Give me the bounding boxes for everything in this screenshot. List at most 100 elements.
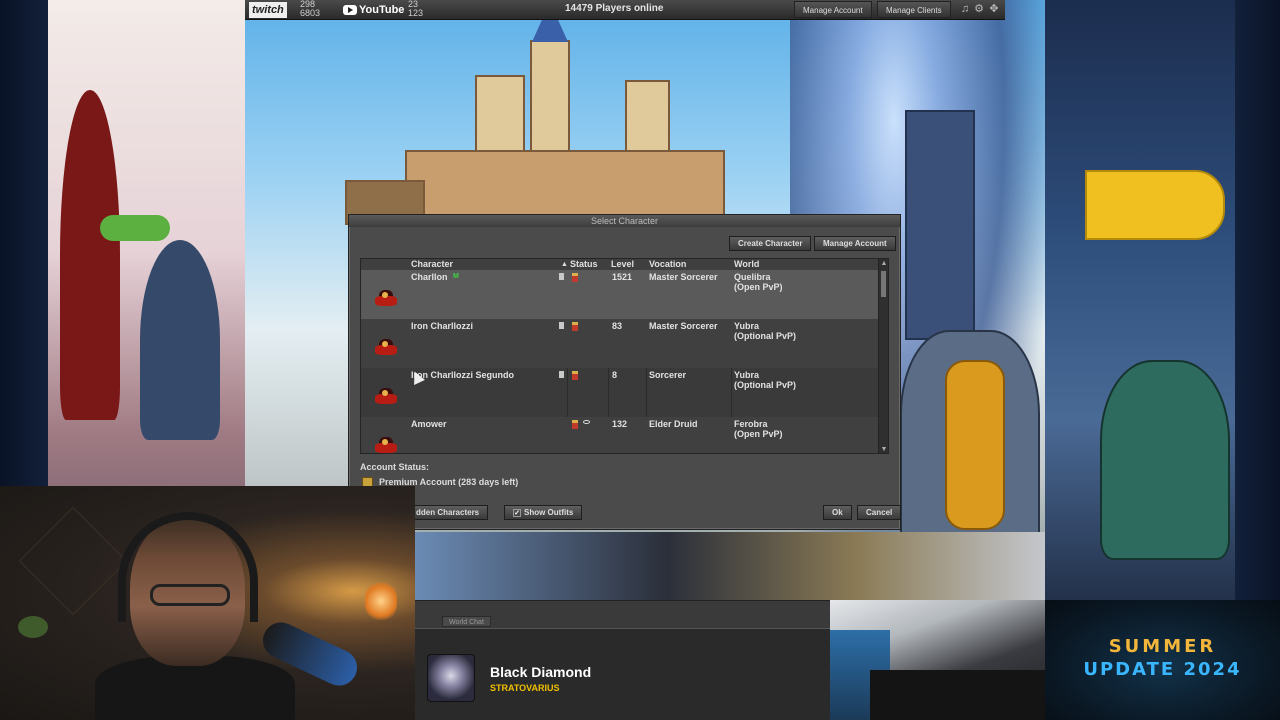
game-art-strip — [415, 532, 1045, 600]
twitch-viewers: 6803 — [300, 8, 321, 18]
knight-cape — [945, 360, 1005, 530]
table-row[interactable]: Iron Charllozzi Segundo 8 Sorcerer Yubra… — [361, 368, 880, 417]
secondary-camera — [830, 600, 1045, 720]
ok-button[interactable]: Ok — [823, 505, 852, 520]
character-level: 8 — [612, 370, 618, 380]
status-icon — [572, 322, 578, 331]
character-name: Iron Charllozzi Segundo — [411, 370, 514, 380]
chat-body — [415, 628, 830, 720]
floating-island — [100, 215, 170, 241]
table-row[interactable]: Charllon M 1521 Master Sorcerer Quelibra… — [361, 270, 880, 319]
character-name: Charllon — [411, 272, 448, 282]
character-vocation: Master Sorcerer — [649, 321, 718, 331]
col-character[interactable]: Character — [411, 259, 453, 270]
dialog-title: Select Character — [349, 215, 900, 227]
account-status-label: Account Status: — [360, 462, 430, 472]
youtube-label: YouTube — [359, 4, 405, 16]
stream-scene: twitch 298 6803 YouTube 23 123 14479 Pla… — [0, 0, 1280, 720]
character-world: Yubra — [734, 370, 760, 380]
promo-line-2: UPDATE 2024 — [1083, 659, 1242, 680]
character-vocation: Master Sorcerer — [649, 272, 718, 282]
mage-character — [1100, 360, 1230, 560]
promo-line-1: SUMMER — [1108, 636, 1217, 657]
dark-tower — [905, 110, 975, 340]
character-level: 1521 — [612, 272, 633, 282]
checkbox-checked-icon[interactable]: ✓ — [513, 508, 521, 517]
character-pvp: (Optional PvP) — [734, 331, 797, 341]
character-outfit-sprite — [373, 286, 399, 312]
col-level[interactable]: Level — [611, 259, 634, 270]
col-status[interactable]: Status — [570, 259, 598, 270]
eye-icon — [583, 420, 590, 424]
character-table: Character ▲ Status Level Vocation World … — [360, 258, 889, 454]
streamer-webcam — [0, 486, 415, 720]
youtube-logo: YouTube — [340, 2, 407, 18]
character-outfit-sprite — [373, 384, 399, 410]
table-row[interactable]: Amower 132 Elder Druid Ferobra (Open PvP… — [361, 417, 880, 453]
table-scrollbar[interactable]: ▲ ▼ — [878, 259, 888, 453]
create-character-button[interactable]: Create Character — [729, 236, 812, 251]
plant — [18, 616, 48, 638]
show-hidden-label: dden Characters — [416, 508, 480, 517]
scroll-thumb[interactable] — [881, 271, 886, 297]
show-outfits-label: Show Outfits — [524, 508, 574, 517]
character-outfit-sprite — [373, 335, 399, 361]
character-level: 83 — [612, 321, 623, 331]
table-header: Character ▲ Status Level Vocation World — [361, 259, 880, 270]
main-badge-icon: M — [453, 273, 459, 280]
character-name: Amower — [411, 419, 447, 429]
status-icon — [572, 420, 578, 429]
lamp — [365, 582, 397, 620]
show-hidden-characters-button[interactable]: dden Characters — [407, 505, 489, 520]
summer-update-promo: SUMMER UPDATE 2024 — [1045, 600, 1280, 720]
scroll-down-icon[interactable]: ▼ — [880, 446, 888, 453]
world-chat-tab[interactable]: World Chat — [442, 616, 491, 627]
character-pvp: (Optional PvP) — [734, 380, 797, 390]
manage-account-dialog-button[interactable]: Manage Account — [814, 236, 896, 251]
right-frame — [1235, 0, 1280, 600]
glasses — [150, 584, 230, 606]
manage-account-button[interactable]: Manage Account — [794, 1, 872, 18]
album-cover — [427, 654, 475, 702]
show-outfits-toggle[interactable]: ✓ Show Outfits — [504, 505, 583, 520]
wolf-wall-art — [18, 506, 128, 616]
character-name: Iron Charllozzi — [411, 321, 474, 331]
scroll-up-icon[interactable]: ▲ — [880, 260, 888, 268]
client-topbar: twitch 298 6803 YouTube 23 123 14479 Pla… — [245, 0, 1005, 20]
pin-icon[interactable] — [559, 322, 564, 329]
sort-asc-icon[interactable]: ▲ — [561, 259, 568, 270]
paw-banner — [1085, 170, 1225, 240]
expand-icon[interactable]: ✥ — [987, 2, 1001, 16]
twitch-logo: twitch — [249, 2, 287, 18]
players-online: 14479 Players online — [565, 3, 664, 14]
select-character-dialog: Select Character Create Character Manage… — [348, 214, 902, 530]
status-icon — [572, 371, 578, 380]
cancel-button[interactable]: Cancel — [857, 505, 902, 520]
col-world[interactable]: World — [734, 259, 759, 270]
youtube-icon — [343, 5, 357, 16]
music-icon[interactable]: ♫ — [958, 2, 972, 16]
character-world: Ferobra — [734, 419, 768, 429]
status-icon — [572, 273, 578, 282]
character-world: Quelibra — [734, 272, 771, 282]
col-vocation[interactable]: Vocation — [649, 259, 686, 270]
castle-wall — [405, 150, 725, 220]
right-art-panel — [1045, 0, 1280, 600]
character-pvp: (Open PvP) — [734, 429, 783, 439]
character-level: 132 — [612, 419, 628, 429]
character-pvp: (Open PvP) — [734, 282, 783, 292]
gear-icon[interactable]: ⚙ — [972, 2, 986, 16]
manage-clients-button[interactable]: Manage Clients — [877, 1, 951, 18]
character-vocation: Elder Druid — [649, 419, 698, 429]
character-vocation: Sorcerer — [649, 370, 687, 380]
table-row[interactable]: Iron Charllozzi 83 Master Sorcerer Yubra… — [361, 319, 880, 368]
character-outfit-sprite — [373, 433, 399, 453]
now-playing-artist: STRATOVARIUS — [490, 683, 560, 693]
character-world: Yubra — [734, 321, 760, 331]
pin-icon[interactable] — [559, 371, 564, 378]
pine-trees — [140, 240, 220, 440]
youtube-viewers: 123 — [408, 8, 424, 18]
now-playing-title: Black Diamond — [490, 664, 592, 680]
pin-icon[interactable] — [559, 273, 564, 280]
desk — [870, 670, 1045, 720]
